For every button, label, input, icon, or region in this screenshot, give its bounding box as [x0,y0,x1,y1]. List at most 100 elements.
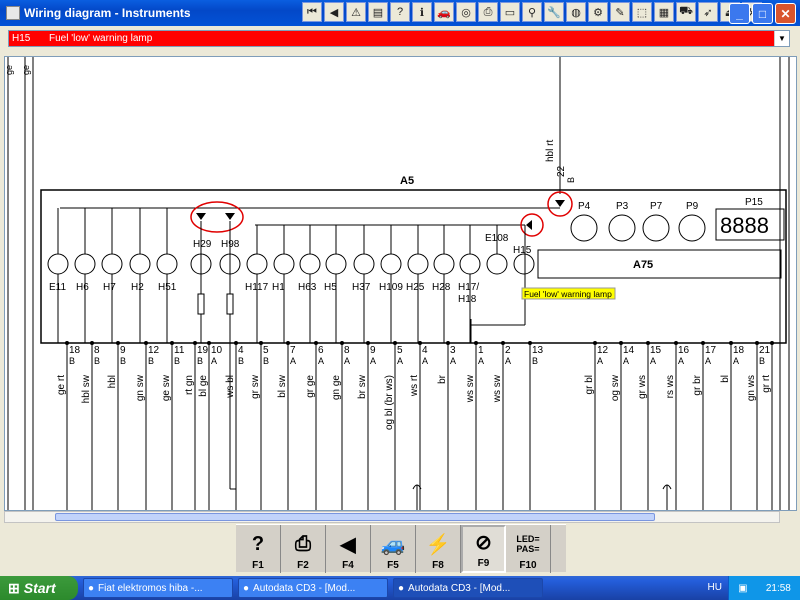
pin-connector: B [238,356,244,366]
car-icon[interactable]: 🚗 [434,2,454,22]
warning-lamp-label: E11 [49,282,66,293]
function-key-label: F4 [342,560,354,571]
component-select[interactable]: H15 Fuel 'low' warning lamp ▼ [8,30,790,47]
paint-icon[interactable]: ✎ [610,2,630,22]
warning-lamp-label: H2 [131,282,144,293]
wire-color-label: bl ge [198,375,209,397]
function-key-f1[interactable]: ? F1 [236,525,281,573]
car-repair-icon[interactable]: ⛟ [676,2,696,22]
pin-connector: B [532,356,538,366]
wire-color-label: gr ws [637,375,648,399]
warning-lamp-icon [325,253,347,275]
taskbar-task[interactable]: ● Autodata CD3 - [Mod... [393,578,543,598]
warning-lamp-icon [156,253,178,275]
help-icon[interactable]: ? [390,2,410,22]
settings-icon[interactable]: ⚙ [588,2,608,22]
top-wire-label: hbl rt [545,140,556,162]
pin-number: 7 [290,345,296,356]
task-label: Fiat elektromos hiba -... [98,582,203,594]
pin-number: 18 [733,345,745,356]
print-icon[interactable]: ⎙ [478,2,498,22]
window-title: Wiring diagram - Instruments [24,6,191,20]
pin-connector: A [290,356,296,366]
gauge-icon [608,214,636,242]
pin-connector: A [623,356,629,366]
pin-number: 12 [597,345,609,356]
magnify-wire-icon: ⊘ [475,531,492,554]
task-label: Autodata CD3 - [Mod... [408,582,511,594]
warning-icon[interactable]: ⚠ [346,2,366,22]
pin-number: 19 [197,345,209,356]
first-page-icon[interactable]: ⏮ [302,2,322,22]
filter-icon[interactable]: ⚲ [522,2,542,22]
function-key-f5[interactable]: 🚙 F5 [371,525,416,573]
pin-connector: B [759,356,765,366]
warning-lamp-label: H63 [298,282,317,293]
side-wire-label: ge [21,65,31,75]
function-key-label: F5 [387,560,399,571]
function-key-label: F1 [252,560,264,571]
connector-pin [770,341,774,345]
pin-number: 15 [650,345,662,356]
warning-lamp-icon [273,253,295,275]
wire-color-label: ge sw [161,374,172,401]
title-bar: Wiring diagram - Instruments ⏮ ◀ ⚠ ▤? ℹ 🚗 ◎ ⎙ ▭ ⚲… [0,0,800,26]
module-a75-box [537,249,782,279]
wiring-icon: ⚡ [425,533,451,556]
horizontal-scrollbar[interactable] [4,511,780,523]
warning-lamp-label: H37 [352,282,371,293]
window-controls: _ □ ✕ [729,3,796,24]
toolbar: ⏮◀⚠▤?ℹ🚗◎⎙▭⚲🔧◍⚙✎⬚▦⛟➶⏏⚒ [302,2,762,22]
warning-lamp-label: H51 [158,282,177,293]
oil-icon[interactable]: ◍ [566,2,586,22]
wire-color-label: gn ge [331,375,342,400]
wrench-icon[interactable]: 🔧 [544,2,564,22]
function-key-f8[interactable]: ⚡ F8 [416,525,461,573]
autodata-icon: ● [243,582,250,594]
clock: 21:58 [765,582,791,594]
pin-number: 8 [344,345,350,356]
rocket-icon[interactable]: ➶ [698,2,718,22]
function-key-f9[interactable]: ⊘ F9 [461,525,506,573]
network-icon[interactable]: ▣ [738,583,747,594]
taskbar-task[interactable]: ● Autodata CD3 - [Mod... [238,578,388,598]
function-key-f2[interactable]: ⎙ F2 [281,525,326,573]
language-indicator[interactable]: HU [708,582,722,593]
taskbar-task[interactable]: ● Fiat elektromos hiba -... [83,578,233,598]
bulb-icon [486,253,508,275]
pin-number: 9 [120,345,126,356]
pin-number: 13 [532,345,544,356]
wiring-diagram-canvas[interactable]: ge ge hbl rt 22 B A5 A75 H29 H98 H15 888… [4,56,797,511]
scrollbar-thumb[interactable] [55,513,655,521]
warning-lamp-label: H6 [76,282,89,293]
diode-icon [526,220,532,230]
prev-icon[interactable]: ◀ [324,2,344,22]
info-icon[interactable]: ℹ [412,2,432,22]
highlight-ring [190,201,244,233]
tooltip-text: Fuel 'low' warning lamp [524,289,612,299]
part-icon[interactable]: ⬚ [632,2,652,22]
wire-color-label: gr ge [305,375,316,398]
maximize-button[interactable]: □ [752,3,773,24]
display-icon[interactable]: ▭ [500,2,520,22]
gauge-icon [678,214,706,242]
warning-lamp-label: H28 [432,282,451,293]
close-button[interactable]: ✕ [775,3,796,24]
minimize-button[interactable]: _ [729,3,750,24]
function-key-f4[interactable]: ◀ F4 [326,525,371,573]
ruler-icon[interactable]: ▦ [654,2,674,22]
pin-number: 18 [69,345,81,356]
component-name: Fuel 'low' warning lamp [49,33,153,44]
function-key-f10[interactable]: LED= PAS= F10 [506,525,551,573]
tire-icon[interactable]: ◎ [456,2,476,22]
start-button[interactable]: ⊞ Start [0,576,78,600]
pin-connector: A [505,356,511,366]
function-key-label: F10 [519,560,537,571]
pin-number: 16 [678,345,690,356]
diode-icon [555,200,565,207]
gauge-label: P4 [578,201,591,212]
pin-connector: B [197,356,203,366]
pin-number: 1 [478,345,484,356]
chevron-down-icon[interactable]: ▼ [774,31,789,46]
book-icon[interactable]: ▤ [368,2,388,22]
